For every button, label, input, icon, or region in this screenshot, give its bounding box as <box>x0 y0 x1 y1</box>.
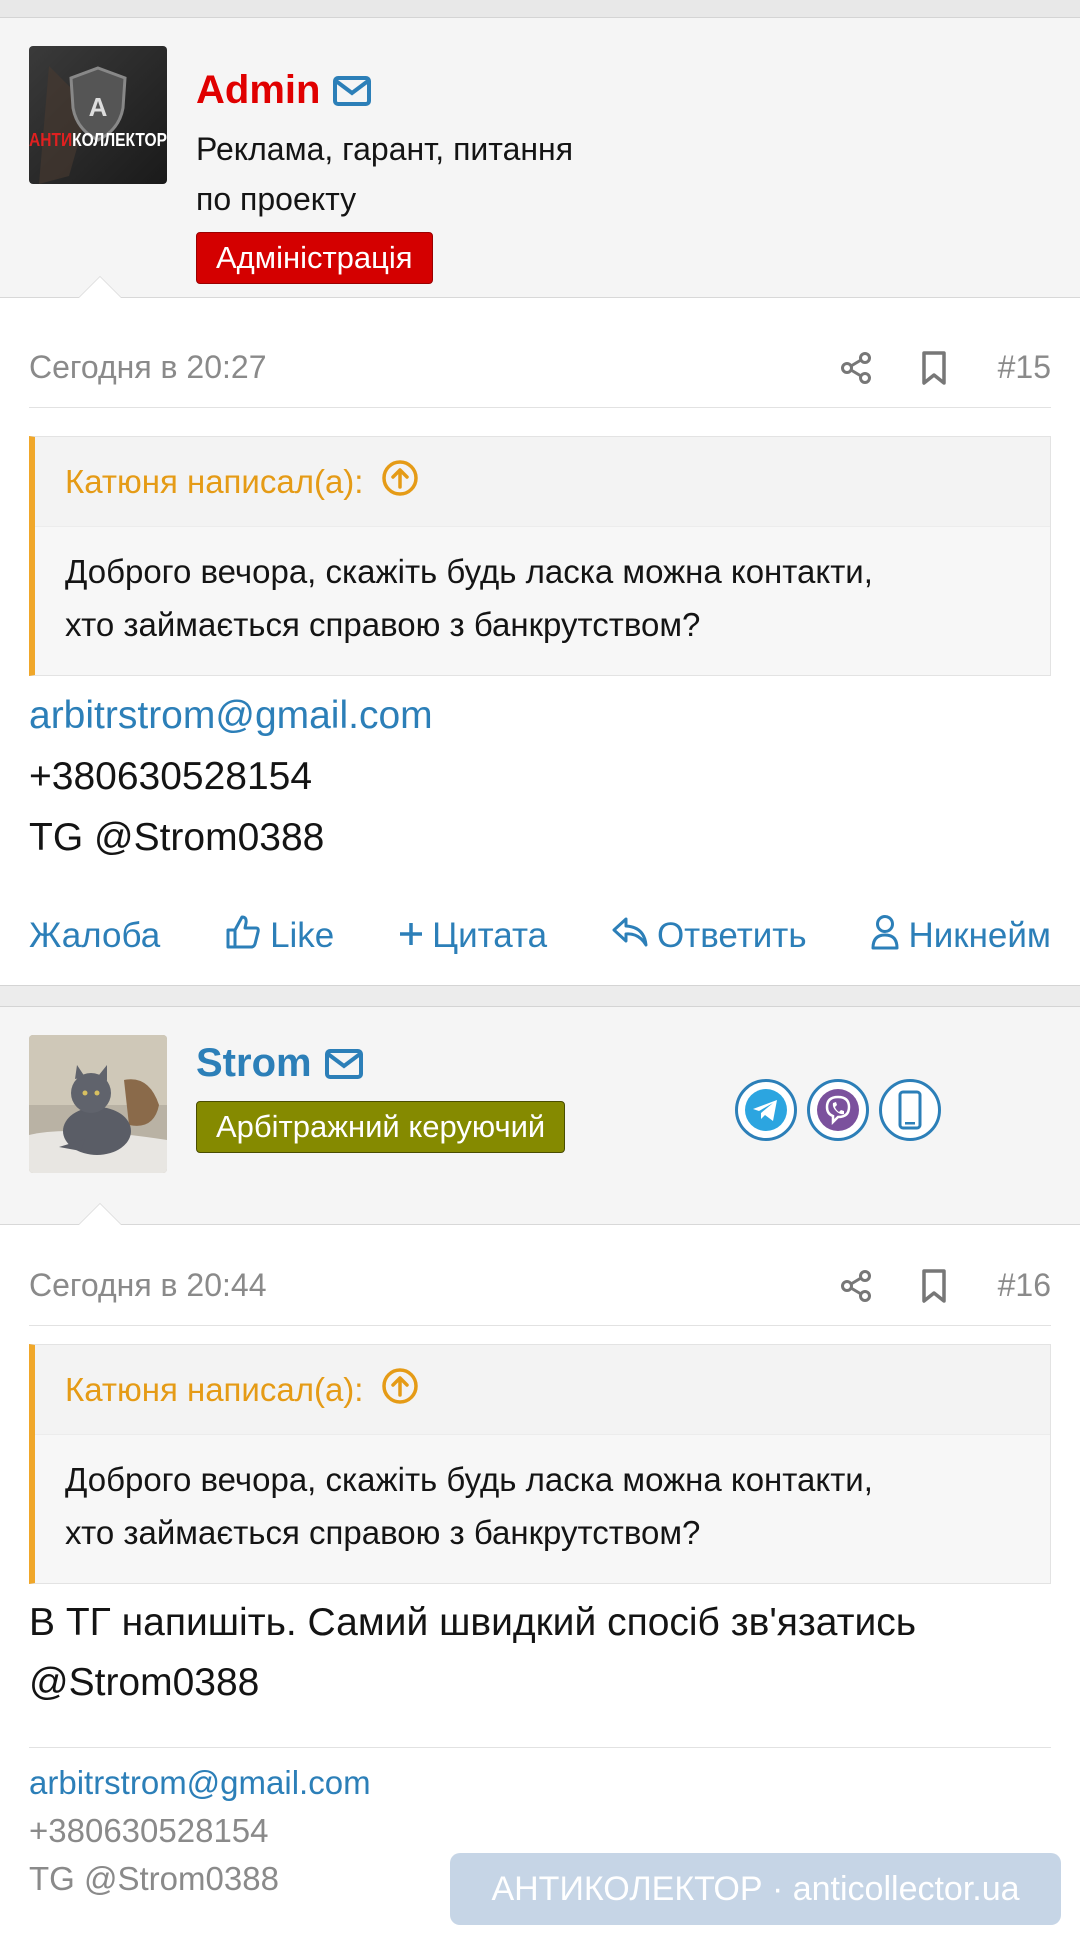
plus-icon[interactable] <box>398 916 424 956</box>
user-title-line-1: Реклама, гарант, питання <box>196 131 574 167</box>
user-title: Реклама, гарант, питання по проекту <box>196 124 656 224</box>
mail-icon[interactable] <box>324 1048 364 1080</box>
post-meta: Сегодня в 20:27 #15 <box>29 328 1051 408</box>
quote-line-1: Доброго вечора, скажіть будь ласка можна… <box>65 553 873 590</box>
telegram-icon[interactable] <box>735 1079 797 1141</box>
svg-text:АНТИКОЛЛЕКТОР: АНТИКОЛЛЕКТОР <box>29 130 167 150</box>
quote-body: Доброго вечора, скажіть будь ласка можна… <box>35 527 1050 675</box>
reply-button[interactable]: Ответить <box>611 915 807 958</box>
report-label[interactable]: Жалоба <box>29 916 160 956</box>
quote-author[interactable]: Катюня написал(а): <box>65 1371 363 1409</box>
avatar-text-red: АНТИ <box>29 130 72 150</box>
telegram-text: TG @Strom0388 <box>29 816 325 859</box>
quote-button[interactable]: Цитата <box>398 916 547 956</box>
phone-icon[interactable] <box>879 1079 941 1141</box>
avatar-letter: A <box>89 92 108 122</box>
phone-text: +380630528154 <box>29 755 313 798</box>
quote-line-2: хто займається справою з банкрутством? <box>65 606 701 643</box>
quote-line-2: хто займається справою з банкрутством? <box>65 1514 701 1551</box>
arrow-up-circle-icon[interactable] <box>381 459 419 505</box>
user-block-arrow <box>78 1203 122 1225</box>
quote-label[interactable]: Цитата <box>432 916 547 956</box>
nickname-button[interactable]: Никнейм <box>870 914 1051 959</box>
report-button[interactable]: Жалоба <box>29 916 160 956</box>
username-text[interactable]: Admin <box>196 68 320 113</box>
username[interactable]: Admin <box>196 68 372 113</box>
like-label[interactable]: Like <box>270 916 334 956</box>
reply-label[interactable]: Ответить <box>657 916 807 956</box>
user-badge: Арбітражний керуючий <box>196 1101 566 1153</box>
user-block-arrow <box>78 276 122 298</box>
thumbs-up-icon[interactable] <box>224 913 262 960</box>
bookmark-icon[interactable] <box>910 344 958 392</box>
post-15: A АНТИКОЛЛЕКТОР Admin Реклама, гарант, п… <box>0 18 1080 955</box>
quote-block: Катюня написал(а): Доброго вечора, скажі… <box>29 436 1051 676</box>
watermark: АНТИКОЛЕКТОР · anticollector.ua <box>450 1853 1061 1925</box>
reply-icon[interactable] <box>611 915 649 958</box>
post-meta: Сегодня в 20:44 #16 <box>29 1246 1051 1326</box>
signature-telegram: TG @Strom0388 <box>29 1860 279 1897</box>
like-button[interactable]: Like <box>224 913 334 960</box>
user-title-line-2: по проекту <box>196 181 357 217</box>
quote-body: Доброго вечора, скажіть будь ласка можна… <box>35 1435 1050 1583</box>
quote-block: Катюня написал(а): Доброго вечора, скажі… <box>29 1344 1051 1584</box>
signature-separator <box>29 1747 1051 1748</box>
signature-email-link[interactable]: arbitrstrom@gmail.com <box>29 1764 371 1802</box>
email-link[interactable]: arbitrstrom@gmail.com <box>29 694 433 738</box>
username[interactable]: Strom <box>196 1041 364 1086</box>
post-divider <box>0 985 1080 1007</box>
top-strip <box>0 0 1080 18</box>
post-date[interactable]: Сегодня в 20:27 <box>29 349 802 386</box>
signature-phone: +380630528154 <box>29 1812 269 1849</box>
user-block: Strom Арбітражний керуючий <box>0 1007 1080 1225</box>
post-number[interactable]: #16 <box>998 1267 1051 1304</box>
quote-author[interactable]: Катюня написал(а): <box>65 463 363 501</box>
post-date[interactable]: Сегодня в 20:44 <box>29 1267 802 1304</box>
quote-header[interactable]: Катюня написал(а): <box>35 437 1050 527</box>
post-actions: Жалоба Like Цитата Ответить Никнейм <box>29 906 1051 966</box>
quote-line-1: Доброго вечора, скажіть будь ласка можна… <box>65 1461 873 1498</box>
post-16: Strom Арбітражний керуючий Сегодня в 20:… <box>0 1007 1080 1897</box>
avatar-text-white: КОЛЛЕКТОР <box>72 130 167 150</box>
message-line-1: В ТГ напишіть. Самий швидкий спосіб зв'я… <box>29 1601 917 1644</box>
quote-header[interactable]: Катюня написал(а): <box>35 1345 1050 1435</box>
user-icon[interactable] <box>870 914 900 959</box>
mail-icon[interactable] <box>332 75 372 107</box>
share-icon[interactable] <box>832 344 880 392</box>
message-line-2: @Strom0388 <box>29 1661 260 1704</box>
user-badge: Адміністрація <box>196 232 433 284</box>
arrow-up-circle-icon[interactable] <box>381 1367 419 1413</box>
avatar[interactable]: A АНТИКОЛЛЕКТОР <box>29 46 167 184</box>
username-text[interactable]: Strom <box>196 1041 312 1086</box>
share-icon[interactable] <box>832 1262 880 1310</box>
avatar[interactable] <box>29 1035 167 1173</box>
post-number[interactable]: #15 <box>998 349 1051 386</box>
nickname-label[interactable]: Никнейм <box>908 916 1051 956</box>
viber-icon[interactable] <box>807 1079 869 1141</box>
bookmark-icon[interactable] <box>910 1262 958 1310</box>
user-block: A АНТИКОЛЛЕКТОР Admin Реклама, гарант, п… <box>0 18 1080 298</box>
